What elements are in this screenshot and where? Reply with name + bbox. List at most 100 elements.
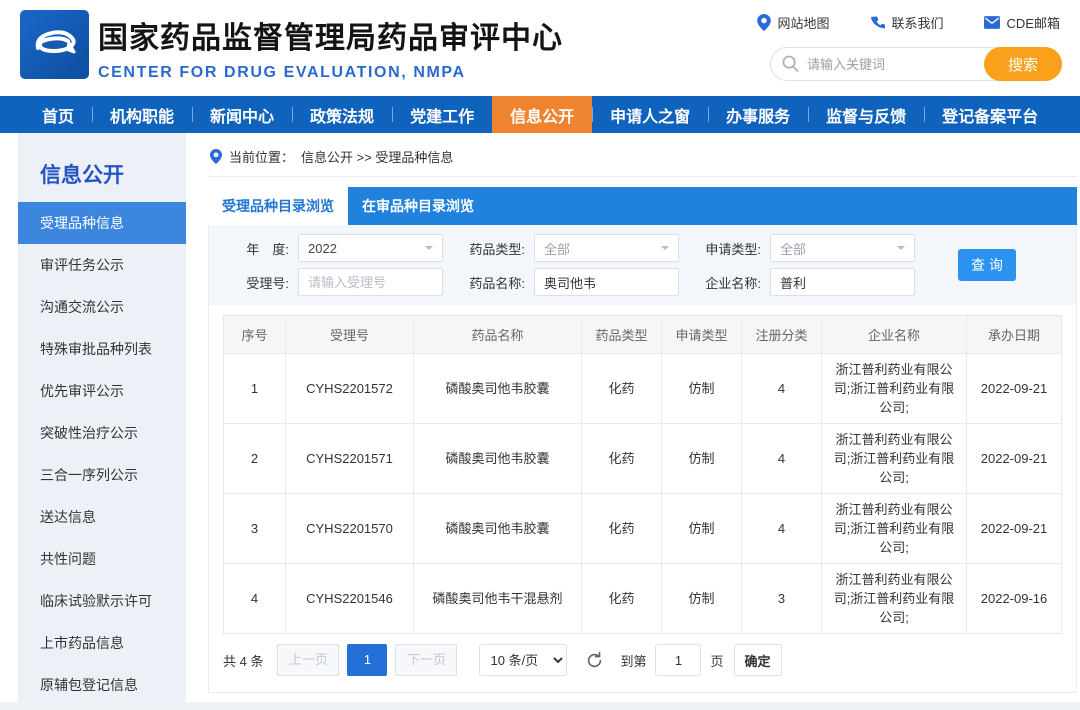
sidebar-title: 信息公开 (18, 133, 186, 202)
table-header-row: 序号 受理号 药品名称 药品类型 申请类型 注册分类 企业名称 承办日期 (224, 316, 1062, 354)
goto-page-input[interactable] (655, 644, 701, 676)
col-header-reg-class: 注册分类 (742, 316, 822, 354)
sidebar-item-communication[interactable]: 沟通交流公示 (18, 286, 186, 328)
refresh-button[interactable] (585, 651, 604, 670)
nav-item-policy[interactable]: 政策法规 (292, 96, 392, 133)
cell-drug-type: 化药 (582, 564, 662, 634)
location-pin-icon (757, 14, 771, 31)
year-select[interactable]: 2022 (298, 234, 443, 262)
cell-accept-no: CYHS2201571 (286, 424, 414, 494)
cell-apply-type: 仿制 (662, 494, 742, 564)
cell-company: 浙江普利药业有限公司;浙江普利药业有限公司; (822, 424, 967, 494)
nav-item-services[interactable]: 办事服务 (708, 96, 808, 133)
accept-no-input[interactable] (298, 268, 443, 296)
sidebar-item-priority-review[interactable]: 优先审评公示 (18, 370, 186, 412)
cell-reg-class: 4 (742, 424, 822, 494)
sidebar-item-marketed-drugs[interactable]: 上市药品信息 (18, 622, 186, 664)
sidebar-item-excipients-registration[interactable]: 原辅包登记信息 (18, 664, 186, 706)
col-header-drug-name: 药品名称 (414, 316, 582, 354)
cell-drug-name: 磷酸奥司他韦干混悬剂 (414, 564, 582, 634)
nav-item-news[interactable]: 新闻中心 (192, 96, 292, 133)
drug-name-input[interactable] (534, 268, 679, 296)
chevron-down-icon (897, 246, 905, 254)
header-utility-links: 网站地图 联系我们 CDE邮箱 (757, 13, 1060, 32)
cell-date: 2022-09-21 (967, 354, 1062, 424)
col-header-date: 承办日期 (967, 316, 1062, 354)
sidebar-item-delivery-info[interactable]: 送达信息 (18, 496, 186, 538)
cell-date: 2022-09-16 (967, 564, 1062, 634)
drug-type-label: 药品类型: (459, 239, 525, 258)
tab-accepted-catalog[interactable]: 受理品种目录浏览 (208, 187, 348, 225)
sidebar-item-breakthrough-therapy[interactable]: 突破性治疗公示 (18, 412, 186, 454)
cell-reg-class: 4 (742, 494, 822, 564)
nav-item-home[interactable]: 首页 (24, 96, 92, 133)
sidebar-item-special-approval[interactable]: 特殊审批品种列表 (18, 328, 186, 370)
cell-no: 2 (224, 424, 286, 494)
cell-drug-type: 化药 (582, 494, 662, 564)
prev-page-button[interactable]: 上一页 (277, 644, 339, 676)
breadcrumb: 当前位置： 信息公开 >> 受理品种信息 (208, 133, 1077, 177)
tab-under-review-catalog[interactable]: 在审品种目录浏览 (348, 187, 488, 225)
cell-company: 浙江普利药业有限公司;浙江普利药业有限公司; (822, 354, 967, 424)
cell-apply-type: 仿制 (662, 424, 742, 494)
sidebar-item-clinical-trial-license[interactable]: 临床试验默示许可 (18, 580, 186, 622)
cell-company: 浙江普利药业有限公司;浙江普利药业有限公司; (822, 494, 967, 564)
footer-strip (0, 702, 1080, 710)
cell-company: 浙江普利药业有限公司;浙江普利药业有限公司; (822, 564, 967, 634)
apply-type-select[interactable]: 全部 (770, 234, 915, 262)
site-subtitle: CENTER FOR DRUG EVALUATION, NMPA (98, 64, 563, 82)
company-label: 企业名称: (695, 273, 761, 292)
next-page-button[interactable]: 下一页 (395, 644, 457, 676)
pagination-total: 共 4 条 (223, 651, 263, 670)
contact-us-link[interactable]: 联系我们 (870, 13, 944, 32)
goto-page-label: 到第 (620, 651, 646, 670)
cell-date: 2022-09-21 (967, 424, 1062, 494)
year-label: 年 度: (223, 239, 289, 258)
sidebar-item-review-tasks[interactable]: 审评任务公示 (18, 244, 186, 286)
drug-type-select[interactable]: 全部 (534, 234, 679, 262)
pagination: 共 4 条 上一页 1 下一页 10 条/页 到第 页 确定 (223, 644, 1076, 676)
cell-accept-no: CYHS2201546 (286, 564, 414, 634)
search-button[interactable]: 搜索 (984, 47, 1062, 81)
contact-us-link-label: 联系我们 (892, 13, 944, 32)
main-navigation: 首页 机构职能 新闻中心 政策法规 党建工作 信息公开 申请人之窗 办事服务 监… (0, 96, 1080, 133)
cell-apply-type: 仿制 (662, 354, 742, 424)
company-input[interactable] (770, 268, 915, 296)
sitemap-link-label: 网站地图 (778, 13, 830, 32)
cde-mail-link[interactable]: CDE邮箱 (984, 13, 1060, 32)
nav-item-info-disclosure[interactable]: 信息公开 (492, 96, 592, 133)
sidebar: 信息公开 受理品种信息 审评任务公示 沟通交流公示 特殊审批品种列表 优先审评公… (18, 133, 186, 710)
cell-drug-name: 磷酸奥司他韦胶囊 (414, 494, 582, 564)
sitemap-link[interactable]: 网站地图 (757, 13, 830, 32)
apply-type-label: 申请类型: (695, 239, 761, 258)
table-row: 3 CYHS2201570 磷酸奥司他韦胶囊 化药 仿制 4 浙江普利药业有限公… (224, 494, 1062, 564)
cde-logo-swirl-icon (28, 18, 82, 72)
results-table-wrap: 序号 受理号 药品名称 药品类型 申请类型 注册分类 企业名称 承办日期 1 (223, 315, 1062, 634)
page-number-button[interactable]: 1 (347, 644, 387, 676)
cell-accept-no: CYHS2201570 (286, 494, 414, 564)
accept-no-label: 受理号: (223, 273, 289, 292)
nav-item-party[interactable]: 党建工作 (392, 96, 492, 133)
col-header-company: 企业名称 (822, 316, 967, 354)
cell-no: 4 (224, 564, 286, 634)
nav-item-functions[interactable]: 机构职能 (92, 96, 192, 133)
cell-drug-type: 化药 (582, 354, 662, 424)
sidebar-item-accepted-varieties[interactable]: 受理品种信息 (18, 202, 186, 244)
cell-drug-name: 磷酸奥司他韦胶囊 (414, 354, 582, 424)
phone-icon (870, 15, 885, 30)
sidebar-item-three-in-one[interactable]: 三合一序列公示 (18, 454, 186, 496)
results-table: 序号 受理号 药品名称 药品类型 申请类型 注册分类 企业名称 承办日期 1 (223, 315, 1062, 634)
filter-bar: 年 度: 2022 药品类型: 全部 申请类 (209, 225, 1076, 305)
nav-item-supervision[interactable]: 监督与反馈 (808, 96, 924, 133)
query-button[interactable]: 查 询 (958, 249, 1016, 281)
nav-item-applicant-window[interactable]: 申请人之窗 (592, 96, 708, 133)
cell-no: 3 (224, 494, 286, 564)
sidebar-item-common-issues[interactable]: 共性问题 (18, 538, 186, 580)
table-row: 2 CYHS2201571 磷酸奥司他韦胶囊 化药 仿制 4 浙江普利药业有限公… (224, 424, 1062, 494)
confirm-button[interactable]: 确定 (734, 644, 782, 676)
cde-mail-link-label: CDE邮箱 (1007, 13, 1060, 32)
site-header: 国家药品监督管理局药品审评中心 CENTER FOR DRUG EVALUATI… (0, 0, 1080, 96)
nav-item-registration-platform[interactable]: 登记备案平台 (924, 96, 1056, 133)
breadcrumb-path: 信息公开 >> 受理品种信息 (301, 147, 453, 166)
page-size-select[interactable]: 10 条/页 (479, 644, 567, 676)
